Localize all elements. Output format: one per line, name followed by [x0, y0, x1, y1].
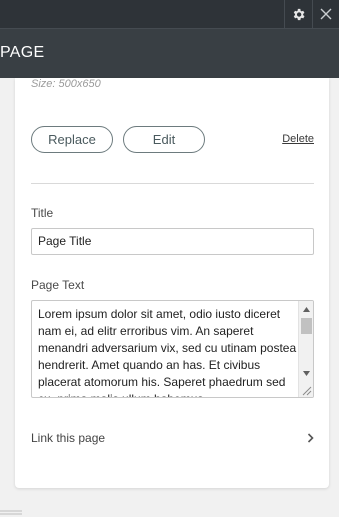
edit-button[interactable]: Edit	[123, 126, 205, 153]
page-text-textarea[interactable]: Lorem ipsum dolor sit amet, odio iusto d…	[31, 300, 314, 398]
divider	[31, 183, 314, 184]
title-input[interactable]: Page Title	[31, 228, 314, 255]
link-this-page-row[interactable]: Link this page	[31, 426, 314, 450]
scroll-thumb[interactable]	[301, 318, 312, 334]
page-text-content: Lorem ipsum dolor sit amet, odio iusto d…	[38, 307, 297, 397]
textarea-scrollbar[interactable]	[298, 301, 313, 397]
settings-button[interactable]	[285, 0, 312, 28]
panel-header: PAGE	[0, 28, 339, 78]
gear-icon	[293, 8, 305, 20]
image-size-note: Size: 500x650	[31, 78, 101, 90]
resize-grip-icon[interactable]	[300, 384, 312, 396]
replace-button[interactable]: Replace	[31, 126, 113, 153]
page-text-label: Page Text	[31, 278, 85, 292]
scroll-up-icon[interactable]	[299, 303, 313, 315]
panel-title: PAGE	[0, 44, 45, 61]
scroll-down-icon[interactable]	[299, 367, 313, 379]
close-button[interactable]	[313, 0, 339, 28]
drag-handle-icon[interactable]	[0, 509, 22, 517]
chevron-right-icon	[307, 433, 314, 443]
link-this-page-label: Link this page	[31, 431, 106, 445]
title-label: Title	[31, 206, 54, 220]
page-settings-panel: Size: 500x650 Replace Edit Delete Title …	[15, 78, 329, 488]
top-toolbar	[0, 0, 339, 28]
delete-link[interactable]: Delete	[282, 133, 314, 145]
close-icon	[320, 8, 332, 20]
